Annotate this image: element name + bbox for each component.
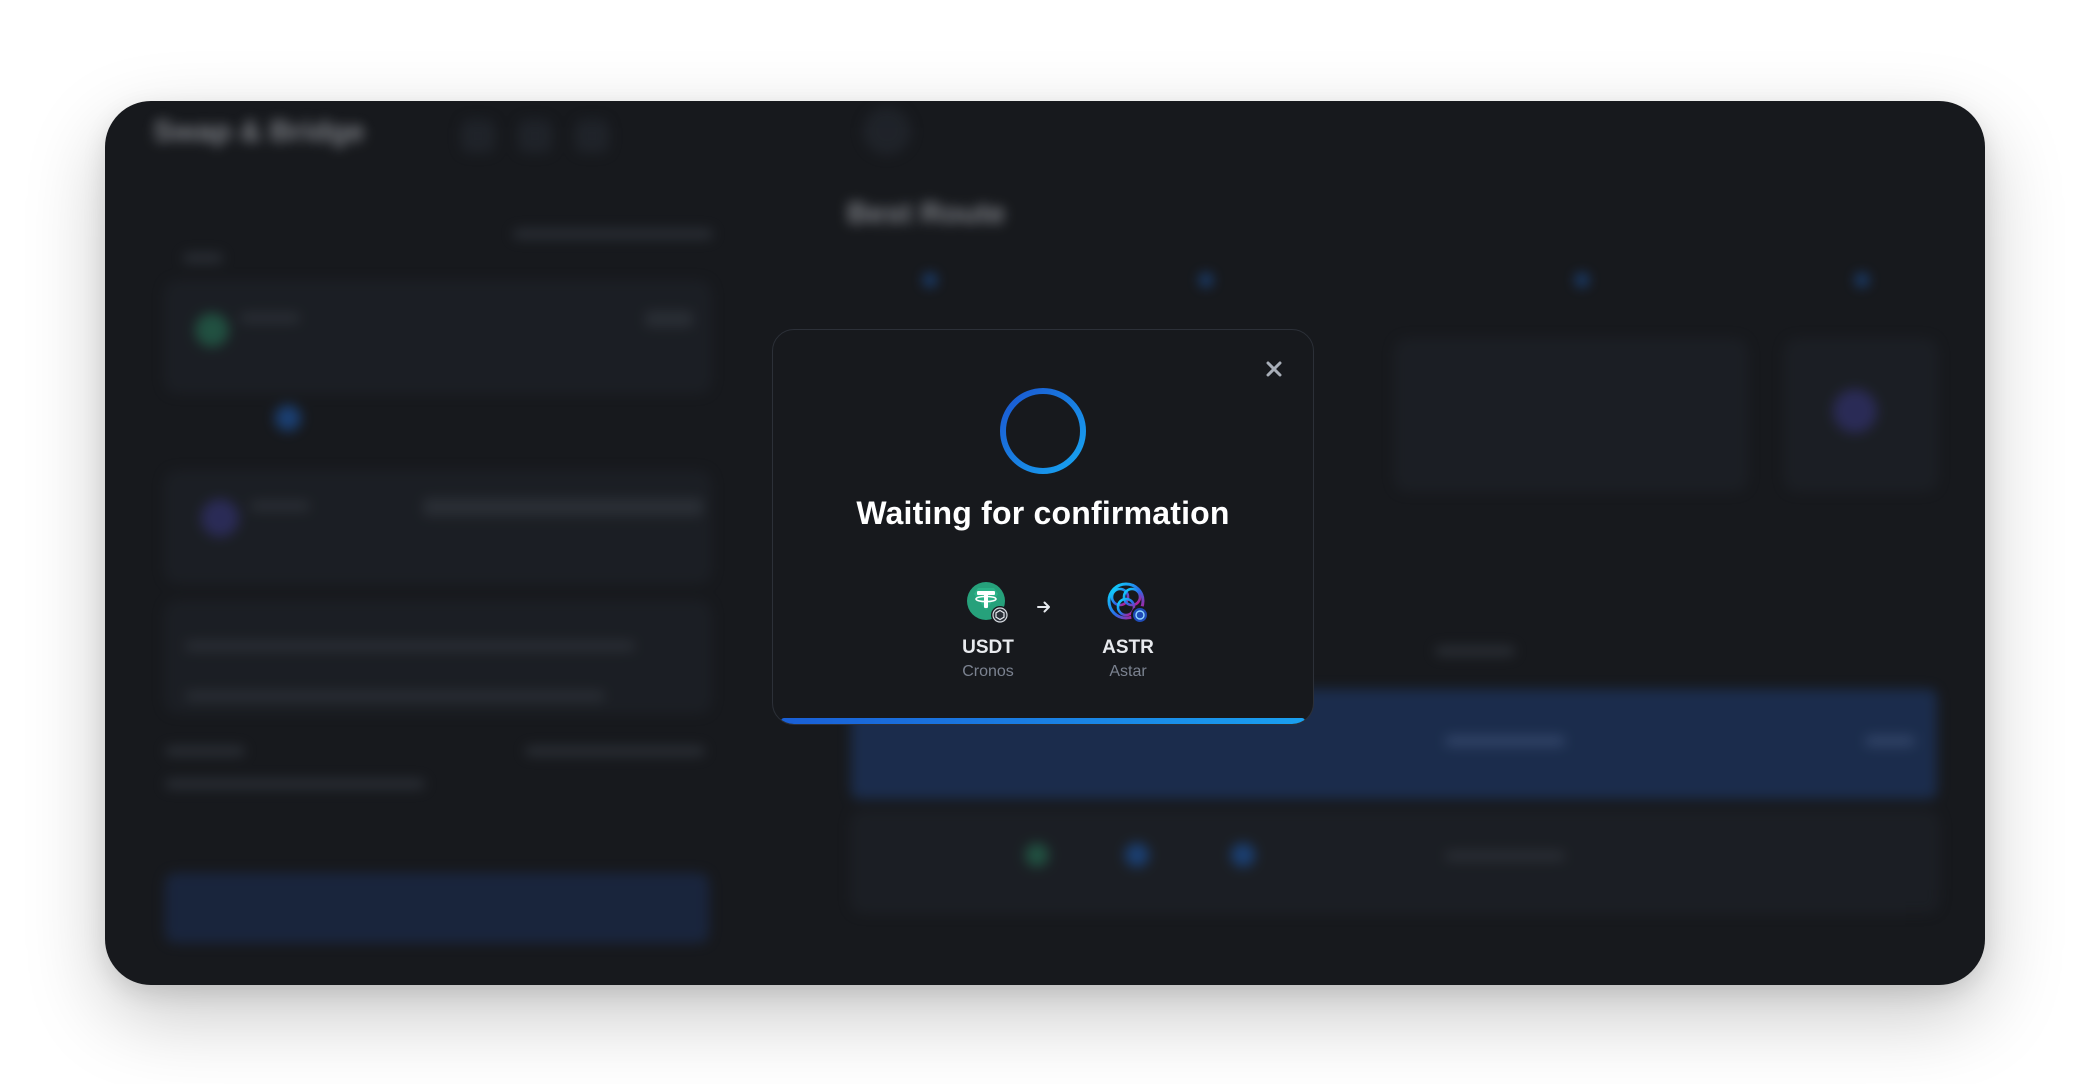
recipient-address <box>185 641 635 651</box>
to-token-box[interactable] <box>165 471 711 583</box>
balance-line <box>513 229 713 239</box>
to-amount <box>423 498 703 516</box>
settings-icon[interactable] <box>575 119 609 153</box>
alt-route-row[interactable] <box>851 811 1939 913</box>
route-step-dot <box>1199 273 1213 287</box>
confirmation-modal: Waiting for confirmation USDT Cronos AST… <box>772 329 1314 725</box>
bg-astar-icon <box>201 499 239 537</box>
from-token: USDT Cronos <box>933 581 1043 681</box>
swap-direction-button[interactable] <box>275 405 301 431</box>
loading-spinner-icon <box>1000 388 1086 474</box>
from-amount <box>645 311 693 327</box>
progress-bar <box>781 718 1305 724</box>
arrow-right-icon <box>1037 601 1050 613</box>
history-icon[interactable] <box>461 119 495 153</box>
from-token-chain: Cronos <box>962 663 1014 680</box>
route-step-dot <box>1855 273 1869 287</box>
route-card[interactable] <box>1395 339 1747 491</box>
best-route-title: Best Route <box>847 197 1006 230</box>
to-token-chain: Astar <box>1109 663 1147 680</box>
route-info <box>165 779 425 789</box>
table-header <box>1435 646 1515 656</box>
route-step-dot <box>1575 273 1589 287</box>
to-token-symbol: ASTR <box>1102 637 1154 658</box>
to-token: ASTR Astar <box>1073 581 1183 681</box>
route-step-dot <box>923 273 937 287</box>
route-output <box>1865 736 1915 746</box>
from-token-box[interactable] <box>165 281 711 393</box>
bg-route-token-icon <box>1125 843 1149 867</box>
bg-usdt-icon <box>195 313 229 347</box>
rate-label <box>165 746 245 756</box>
bg-astar-icon <box>1833 389 1877 433</box>
progress-bar-fill <box>781 718 1305 724</box>
close-button[interactable] <box>1261 356 1287 382</box>
route-time <box>1445 736 1565 746</box>
submit-button[interactable] <box>165 873 709 943</box>
usdt-icon <box>966 581 1010 625</box>
to-symbol <box>250 501 310 511</box>
recipient-note <box>185 691 605 701</box>
bg-route-token-icon <box>1231 843 1255 867</box>
bg-route-token-icon <box>1025 843 1049 867</box>
swap-bridge-title: Swap & Bridge <box>153 115 365 148</box>
astar-icon <box>1106 581 1150 625</box>
app-window: Swap & Bridge Best Route Waiting for con… <box>105 101 1985 985</box>
route-time <box>1445 851 1565 861</box>
close-icon <box>1266 361 1282 377</box>
wallet-icon[interactable] <box>518 119 552 153</box>
from-symbol <box>240 313 300 323</box>
modal-title: Waiting for confirmation <box>856 495 1230 531</box>
bg-avatar <box>863 107 911 155</box>
from-label <box>183 253 223 263</box>
from-token-symbol: USDT <box>962 637 1014 658</box>
rate-value <box>525 746 705 756</box>
